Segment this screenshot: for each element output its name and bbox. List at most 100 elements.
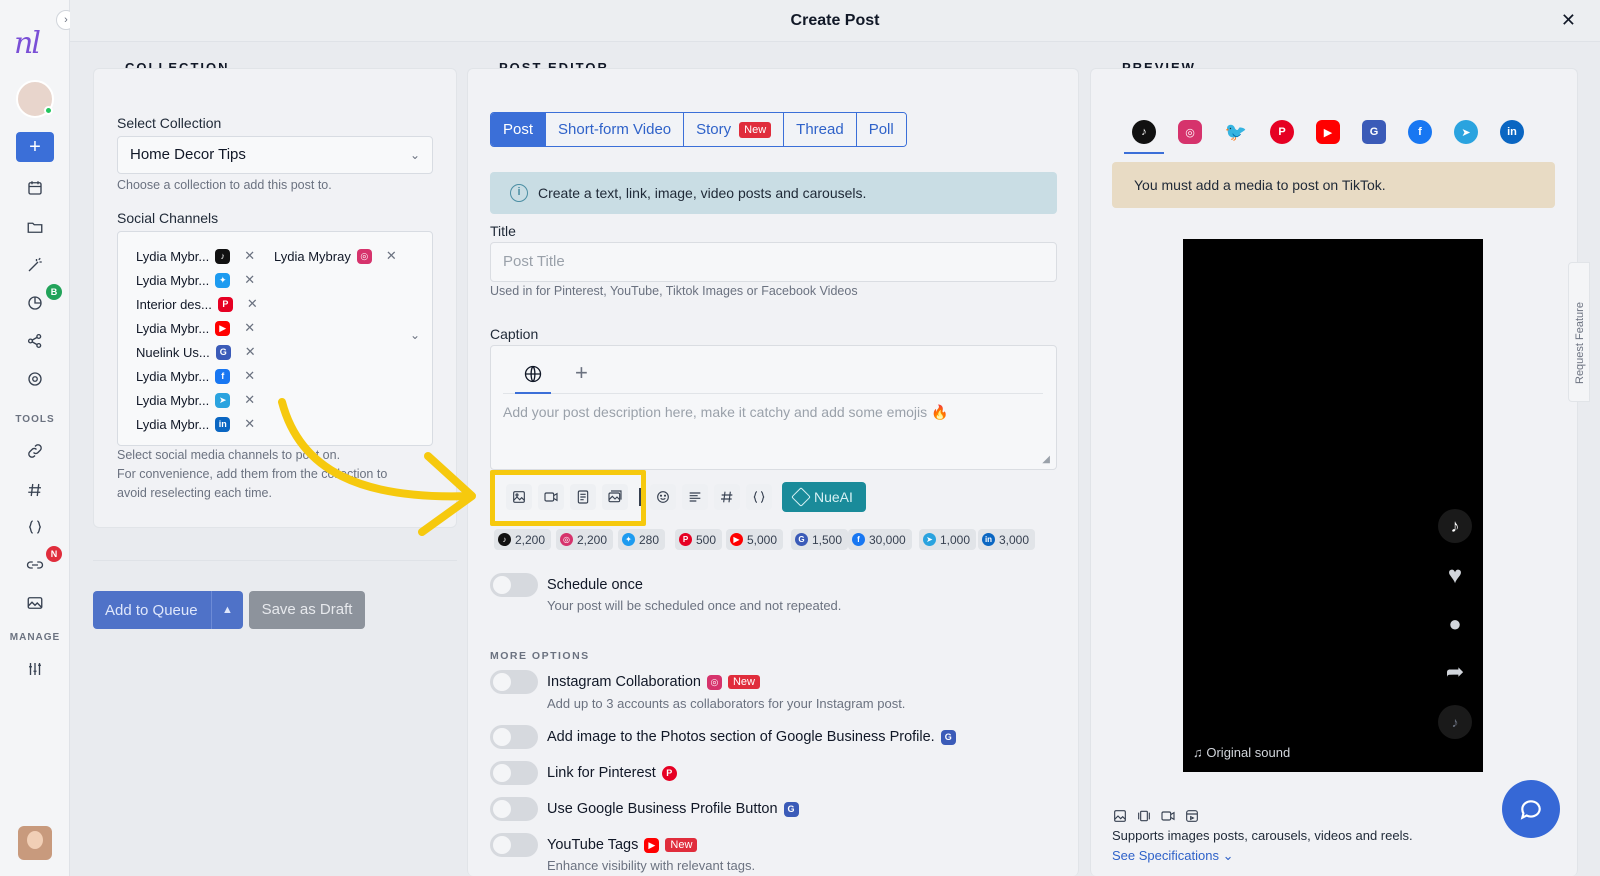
media-library-icon[interactable]	[602, 484, 628, 510]
schedule-once-toggle[interactable]	[490, 573, 538, 597]
tab-story[interactable]: Story New	[684, 113, 785, 146]
tab-label: Short-form Video	[558, 121, 672, 138]
add-video-icon[interactable]	[538, 484, 564, 510]
see-specifications-link[interactable]: See Specifications ⌄	[1112, 848, 1233, 864]
close-icon[interactable]: ✕	[1561, 10, 1576, 31]
request-feature-tab[interactable]: Request Feature	[1568, 262, 1590, 402]
app-logo[interactable]: nl	[14, 26, 41, 61]
nueai-button[interactable]: NueAI	[782, 482, 866, 512]
hashtag-icon[interactable]	[714, 484, 740, 510]
user-avatar[interactable]	[18, 826, 52, 860]
tiktok-icon[interactable]: ♪	[1132, 120, 1156, 144]
text-align-icon[interactable]	[682, 484, 708, 510]
char-limit-badge: ✦ 280	[618, 529, 666, 550]
globe-icon[interactable]	[523, 364, 543, 384]
video-icon	[1161, 811, 1175, 821]
remove-channel-icon[interactable]: ✕	[244, 248, 255, 264]
collection-select-value: Home Decor Tips	[130, 146, 246, 163]
add-document-icon[interactable]	[570, 484, 596, 510]
tab-poll[interactable]: Poll	[856, 113, 906, 146]
instagram-icon: ◎	[356, 248, 372, 264]
folder-icon[interactable]	[22, 214, 48, 240]
channel-chip: Lydia Mybr... in ✕	[136, 414, 255, 434]
remove-channel-icon[interactable]: ✕	[245, 344, 256, 360]
tab-short-form-video[interactable]: Short-form Video	[546, 113, 685, 146]
workspace-avatar[interactable]	[16, 80, 54, 118]
remove-channel-icon[interactable]: ✕	[247, 296, 258, 312]
braces-icon[interactable]	[22, 514, 48, 540]
facebook-icon[interactable]: f	[1408, 120, 1432, 144]
resize-handle-icon[interactable]: ◢	[1042, 454, 1050, 465]
remove-channel-icon[interactable]: ✕	[386, 248, 397, 264]
more-options-heading: MORE OPTIONS	[490, 650, 590, 662]
add-to-queue-button[interactable]: Add to Queue ▲	[93, 591, 243, 629]
channel-chip: Lydia Mybray ◎ ✕	[274, 246, 397, 266]
gbp-button-toggle[interactable]	[490, 797, 538, 821]
instagram-icon[interactable]: ◎	[1178, 120, 1202, 144]
remove-channel-icon[interactable]: ✕	[244, 272, 255, 288]
char-limit-value: 5,000	[747, 532, 778, 547]
add-image-icon[interactable]	[506, 484, 532, 510]
instagram-collaboration-toggle[interactable]	[490, 670, 538, 694]
calendar-icon[interactable]	[22, 175, 48, 201]
short-link-icon[interactable]	[22, 552, 48, 578]
new-badge: New	[727, 675, 760, 689]
collection-select[interactable]: Home Decor Tips ⌄	[117, 136, 433, 174]
remove-channel-icon[interactable]: ✕	[244, 368, 255, 384]
remove-channel-icon[interactable]: ✕	[244, 416, 255, 432]
variables-braces-icon[interactable]	[746, 484, 772, 510]
add-variant-icon[interactable]: +	[575, 360, 588, 386]
youtube-tags-toggle[interactable]	[490, 833, 538, 857]
magic-wand-icon[interactable]	[22, 252, 48, 278]
pinterest-icon[interactable]: P	[1270, 120, 1294, 144]
title-label: Title	[490, 223, 516, 239]
caption-textarea[interactable]: Add your post description here, make it …	[503, 404, 948, 421]
request-feature-label: Request Feature	[1574, 302, 1586, 384]
music-disc-icon: ♪	[1438, 705, 1472, 739]
tab-post[interactable]: Post	[491, 113, 547, 146]
reel-icon	[1186, 810, 1198, 822]
google-business-icon: G	[795, 533, 808, 546]
select-collection-label: Select Collection	[117, 115, 222, 131]
share-icon[interactable]	[22, 328, 48, 354]
remove-channel-icon[interactable]: ✕	[244, 320, 255, 336]
caption-label: Caption	[490, 326, 539, 342]
emoji-icon[interactable]	[650, 484, 676, 510]
save-as-draft-button[interactable]: Save as Draft	[249, 591, 365, 629]
create-post-button[interactable]: +	[16, 132, 54, 162]
caption-editor[interactable]: + Add your post description here, make i…	[490, 345, 1057, 470]
channel-name: Lydia Mybray	[274, 248, 351, 264]
youtube-icon: ▶	[215, 320, 231, 336]
nueai-label: NueAI	[814, 489, 853, 505]
google-business-icon: G	[215, 344, 231, 360]
gbp-photos-toggle[interactable]	[490, 725, 538, 749]
google-business-icon: G	[783, 801, 799, 817]
youtube-icon: ▶	[644, 837, 660, 853]
remove-channel-icon[interactable]: ✕	[244, 392, 255, 408]
hashtag-icon[interactable]	[22, 477, 48, 503]
analytics-icon[interactable]	[22, 290, 48, 316]
sliders-icon[interactable]	[22, 656, 48, 682]
youtube-tags-title: YouTube Tags ▶ New	[547, 837, 698, 853]
chat-support-button[interactable]	[1502, 780, 1560, 838]
tab-thread[interactable]: Thread	[784, 113, 857, 146]
twitter-icon[interactable]: 🐦	[1224, 120, 1248, 144]
telegram-icon[interactable]: ➤	[1454, 120, 1478, 144]
left-rail: nl + B TOOLS N MANAGE	[0, 0, 70, 876]
char-limit-badge: in 3,000	[978, 529, 1036, 550]
linkedin-icon[interactable]: in	[1500, 120, 1524, 144]
google-business-icon[interactable]: G	[1362, 120, 1386, 144]
pinterest-link-toggle[interactable]	[490, 761, 538, 785]
char-limit-value: 2,200	[515, 532, 546, 547]
media-library-icon[interactable]	[22, 590, 48, 616]
active-tab-indicator	[515, 392, 551, 394]
settings-icon[interactable]	[22, 366, 48, 392]
google-business-icon: G	[940, 729, 956, 745]
char-limit-value: 280	[639, 532, 660, 547]
link-icon[interactable]	[22, 438, 48, 464]
post-type-tabs: Post Short-form Video Story New Thread Po…	[490, 112, 907, 147]
title-input[interactable]: Post Title	[490, 242, 1057, 282]
chevron-up-icon[interactable]: ▲	[211, 591, 243, 629]
youtube-icon[interactable]: ▶	[1316, 120, 1340, 144]
social-channels-label: Social Channels	[117, 210, 219, 226]
